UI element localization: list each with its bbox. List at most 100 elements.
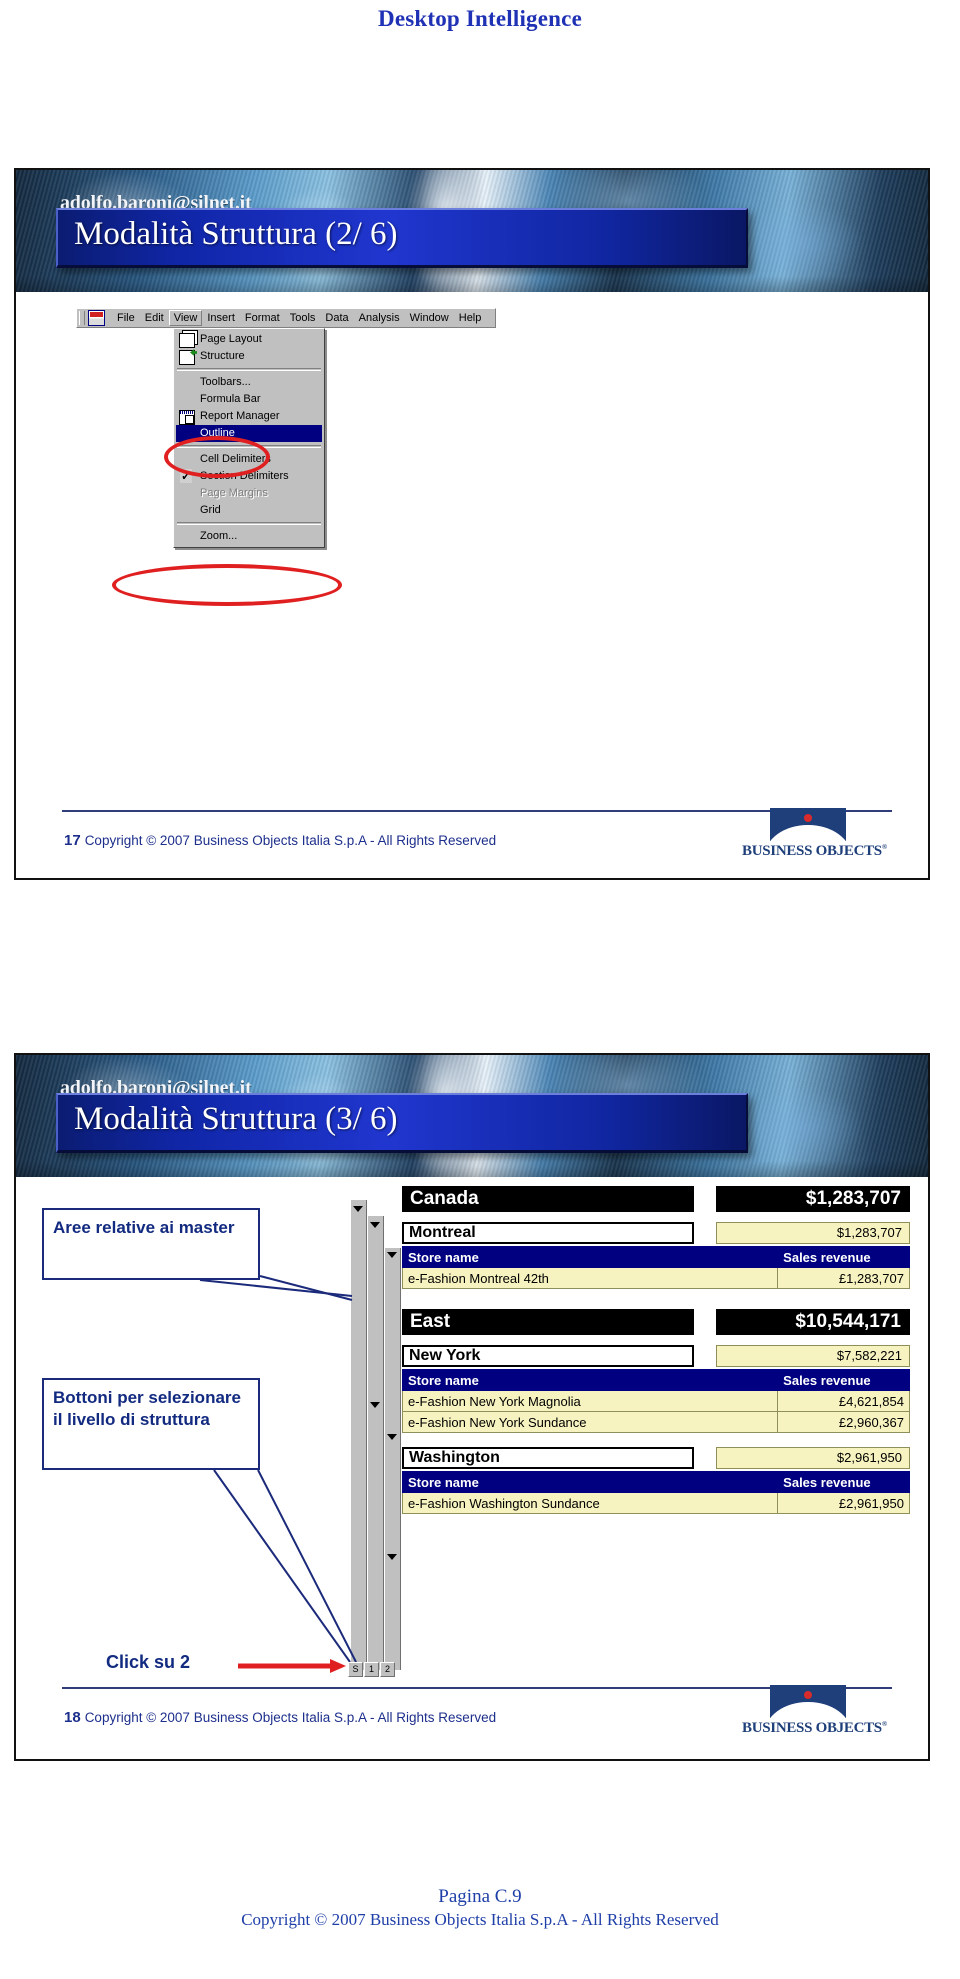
cell-sales-revenue: £2,961,950 — [777, 1492, 910, 1514]
region-break-header: East $10,544,171 — [402, 1309, 910, 1335]
menu-screenshot: File Edit View Insert Format Tools Data … — [76, 308, 496, 606]
menuitem-label: Toolbars... — [200, 376, 251, 388]
slide-title: Modalità Struttura (2/ 6) — [74, 216, 398, 252]
cell-store-name: e-Fashion Washington Sundance — [401, 1492, 779, 1514]
copyright-text: Copyright © 2007 Business Objects Italia… — [84, 1710, 497, 1725]
table-row: e-Fashion Washington Sundance £2,961,950 — [401, 1492, 910, 1514]
collapse-triangle-icon[interactable] — [353, 1206, 363, 1212]
header-store-name: Store name — [401, 1471, 779, 1493]
menuitem-toolbars[interactable]: Toolbars... — [174, 374, 324, 391]
business-objects-logo: BUSINESS OBJECTS® — [742, 808, 887, 860]
city-total: $2,961,950 — [716, 1447, 910, 1469]
collapse-triangle-icon[interactable] — [387, 1252, 397, 1258]
city-total: $1,283,707 — [716, 1222, 910, 1244]
menu-window[interactable]: Window — [405, 310, 454, 326]
cell-sales-revenue: £4,621,854 — [777, 1390, 910, 1412]
logo-dot-icon — [804, 814, 812, 822]
table-row: e-Fashion New York Magnolia £4,621,854 — [401, 1390, 910, 1412]
menu-separator — [177, 522, 321, 525]
menu-file[interactable]: File — [112, 310, 140, 326]
report-body: Canada $1,283,707 Montreal $1,283,707 St… — [401, 1186, 910, 1514]
slide-number: 17 — [64, 832, 81, 849]
logo-arc-icon — [770, 1702, 846, 1718]
cell-store-name: e-Fashion Montreal 42th — [401, 1267, 779, 1289]
menuitem-structure[interactable]: Structure — [174, 348, 324, 365]
menuitem-label: Formula Bar — [200, 393, 261, 405]
collapse-triangle-icon[interactable] — [387, 1434, 397, 1440]
region-name: Canada — [402, 1186, 694, 1212]
menuitem-grid[interactable]: Grid — [174, 502, 324, 519]
menuitem-formula-bar[interactable]: Formula Bar — [174, 391, 324, 408]
store-table: Store name Sales revenue e-Fashion Montr… — [401, 1246, 910, 1289]
menu-edit[interactable]: Edit — [140, 310, 169, 326]
outline-gutter-level-1[interactable] — [350, 1200, 367, 1670]
menuitem-label: Page Margins — [200, 487, 268, 499]
outline-gutter-level-3[interactable] — [384, 1248, 401, 1670]
menu-help[interactable]: Help — [454, 310, 487, 326]
logo-wordmark: BUSINESS OBJECTS® — [742, 1720, 887, 1737]
page-layout-icon — [179, 333, 195, 348]
page-title: Desktop Intelligence — [378, 6, 582, 31]
region-break-header: Canada $1,283,707 — [402, 1186, 910, 1212]
table-row: e-Fashion New York Sundance £2,960,367 — [401, 1411, 910, 1433]
menu-view[interactable]: View — [168, 310, 203, 326]
business-objects-logo: BUSINESS OBJECTS® — [742, 1685, 887, 1737]
document-footer: Pagina C.9 Copyright © 2007 Business Obj… — [0, 1886, 960, 1930]
outline-level-buttons[interactable]: S 1 2 — [348, 1662, 395, 1677]
menuitem-page-layout[interactable]: Page Layout — [174, 331, 324, 348]
collapse-triangle-icon[interactable] — [387, 1554, 397, 1560]
toolbar-grip[interactable] — [79, 311, 85, 325]
collapse-triangle-icon[interactable] — [370, 1222, 380, 1228]
cell-sales-revenue: £1,283,707 — [777, 1267, 910, 1289]
view-dropdown-menu[interactable]: Page Layout Structure Toolbars... Formul… — [173, 328, 325, 548]
menu-data[interactable]: Data — [320, 310, 353, 326]
menu-separator — [177, 445, 321, 448]
logo-arc-icon — [770, 825, 846, 841]
menuitem-report-manager[interactable]: Report Manager — [174, 408, 324, 425]
document-icon — [88, 310, 105, 326]
slide-title-bar: Modalità Struttura (2/ 6) — [56, 208, 748, 268]
menuitem-label: Grid — [200, 504, 221, 516]
menu-analysis[interactable]: Analysis — [354, 310, 405, 326]
collapse-triangle-icon[interactable] — [370, 1402, 380, 1408]
menuitem-section-delimiters[interactable]: ✓ Section Delimiters — [174, 468, 324, 485]
table-header-row: Store name Sales revenue — [401, 1246, 910, 1268]
menuitem-outline[interactable]: Outline — [176, 425, 322, 442]
report-manager-icon — [179, 410, 195, 425]
logo-trademark: ® — [881, 1720, 887, 1728]
outline-item-highlight-ellipse — [112, 564, 342, 606]
menuitem-label: Outline — [200, 427, 235, 439]
footer-copyright: Copyright © 2007 Business Objects Italia… — [241, 1910, 719, 1929]
outline-gutter-level-2[interactable] — [367, 1216, 384, 1670]
cell-sales-revenue: £2,960,367 — [777, 1411, 910, 1433]
cell-store-name: e-Fashion New York Magnolia — [401, 1390, 779, 1412]
menuitem-cell-delimiters[interactable]: Cell Delimiters — [174, 451, 324, 468]
logo-word-text: BUSINESS OBJECTS — [742, 843, 882, 859]
menuitem-zoom[interactable]: Zoom... — [174, 528, 324, 545]
banner-shadow — [16, 276, 928, 292]
region-total: $10,544,171 — [716, 1309, 910, 1335]
header-sales-revenue: Sales revenue — [777, 1471, 910, 1493]
table-header-row: Store name Sales revenue — [401, 1369, 910, 1391]
outline-level-button-2[interactable]: 2 — [380, 1662, 395, 1677]
outline-level-button-s[interactable]: S — [348, 1662, 363, 1677]
logo-mark — [770, 808, 846, 841]
callout-bottoni-livello: Bottoni per selezionare il livello di st… — [42, 1378, 260, 1470]
table-header-row: Store name Sales revenue — [401, 1471, 910, 1493]
slide-title-bar: Modalità Struttura (3/ 6) — [56, 1093, 748, 1153]
slide-17: adolfo.baroni@silnet.it Modalità Struttu… — [14, 168, 930, 880]
menu-format[interactable]: Format — [240, 310, 285, 326]
outline-level-button-1[interactable]: 1 — [364, 1662, 379, 1677]
menu-tools[interactable]: Tools — [285, 310, 321, 326]
city-name: New York — [402, 1345, 694, 1367]
callout-aree-master: Aree relative ai master — [42, 1208, 260, 1280]
table-row: e-Fashion Montreal 42th £1,283,707 — [401, 1267, 910, 1289]
menuitem-label: Cell Delimiters — [200, 453, 271, 465]
menu-insert[interactable]: Insert — [202, 310, 240, 326]
city-name: Montreal — [402, 1222, 694, 1244]
